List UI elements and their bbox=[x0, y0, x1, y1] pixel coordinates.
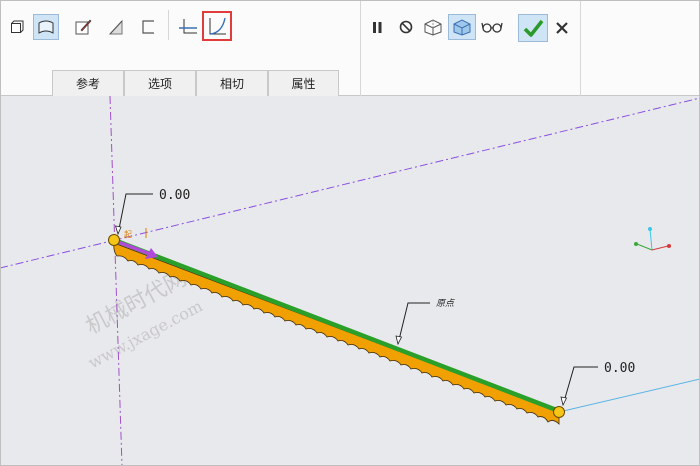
graphics-window[interactable]: 机械时代网 www.jxage.com 起 0.00 原点 0.00 bbox=[0, 96, 700, 466]
geometry-preview-icon[interactable] bbox=[420, 15, 446, 39]
ribbon-toolbar: 参考 选项 相切 属性 bbox=[0, 0, 700, 96]
verify-icon[interactable] bbox=[448, 14, 476, 40]
constant-section-icon[interactable] bbox=[176, 15, 200, 39]
ok-icon[interactable] bbox=[518, 14, 548, 42]
sketch-icon[interactable] bbox=[71, 15, 95, 39]
tab-properties[interactable]: 属性 bbox=[268, 70, 339, 96]
coordinate-triad bbox=[634, 227, 671, 251]
svg-text:0.00: 0.00 bbox=[604, 361, 635, 376]
reference-curve-blue bbox=[558, 378, 700, 413]
datum-line-horizontal bbox=[0, 97, 700, 269]
solid-icon[interactable] bbox=[6, 16, 28, 38]
trajectory-start-point[interactable] bbox=[108, 234, 120, 246]
origin-label-leader[interactable]: 原点 bbox=[395, 298, 455, 346]
start-marker-label: 起 bbox=[124, 230, 132, 239]
tab-tangency[interactable]: 相切 bbox=[196, 70, 268, 96]
dimension-start[interactable]: 0.00 bbox=[114, 188, 191, 236]
datum-axis-vertical bbox=[109, 96, 123, 466]
watermark: 机械时代网 www.jxage.com bbox=[82, 266, 206, 372]
dimension-end[interactable]: 0.00 bbox=[560, 361, 635, 407]
svg-text:0.00: 0.00 bbox=[159, 188, 190, 203]
tab-references[interactable]: 参考 bbox=[52, 70, 124, 96]
toolbar-divider bbox=[360, 0, 361, 96]
surface-icon[interactable] bbox=[33, 14, 59, 40]
glasses-icon[interactable] bbox=[479, 16, 505, 38]
trajectory-end-point[interactable] bbox=[553, 406, 565, 418]
sweep-surface[interactable] bbox=[113, 242, 560, 425]
bracket-icon[interactable] bbox=[136, 15, 160, 39]
toolbar-divider-right bbox=[580, 0, 581, 96]
pause-icon[interactable] bbox=[366, 16, 388, 38]
svg-text:原点: 原点 bbox=[436, 298, 455, 309]
tab-options[interactable]: 选项 bbox=[124, 70, 196, 96]
plane-icon[interactable] bbox=[104, 15, 128, 39]
cancel-icon[interactable] bbox=[552, 17, 572, 39]
model-view: 机械时代网 www.jxage.com 起 0.00 原点 0.00 bbox=[0, 96, 700, 466]
no-preview-icon[interactable] bbox=[395, 16, 417, 38]
variable-section-trajectory-icon[interactable] bbox=[202, 11, 232, 41]
